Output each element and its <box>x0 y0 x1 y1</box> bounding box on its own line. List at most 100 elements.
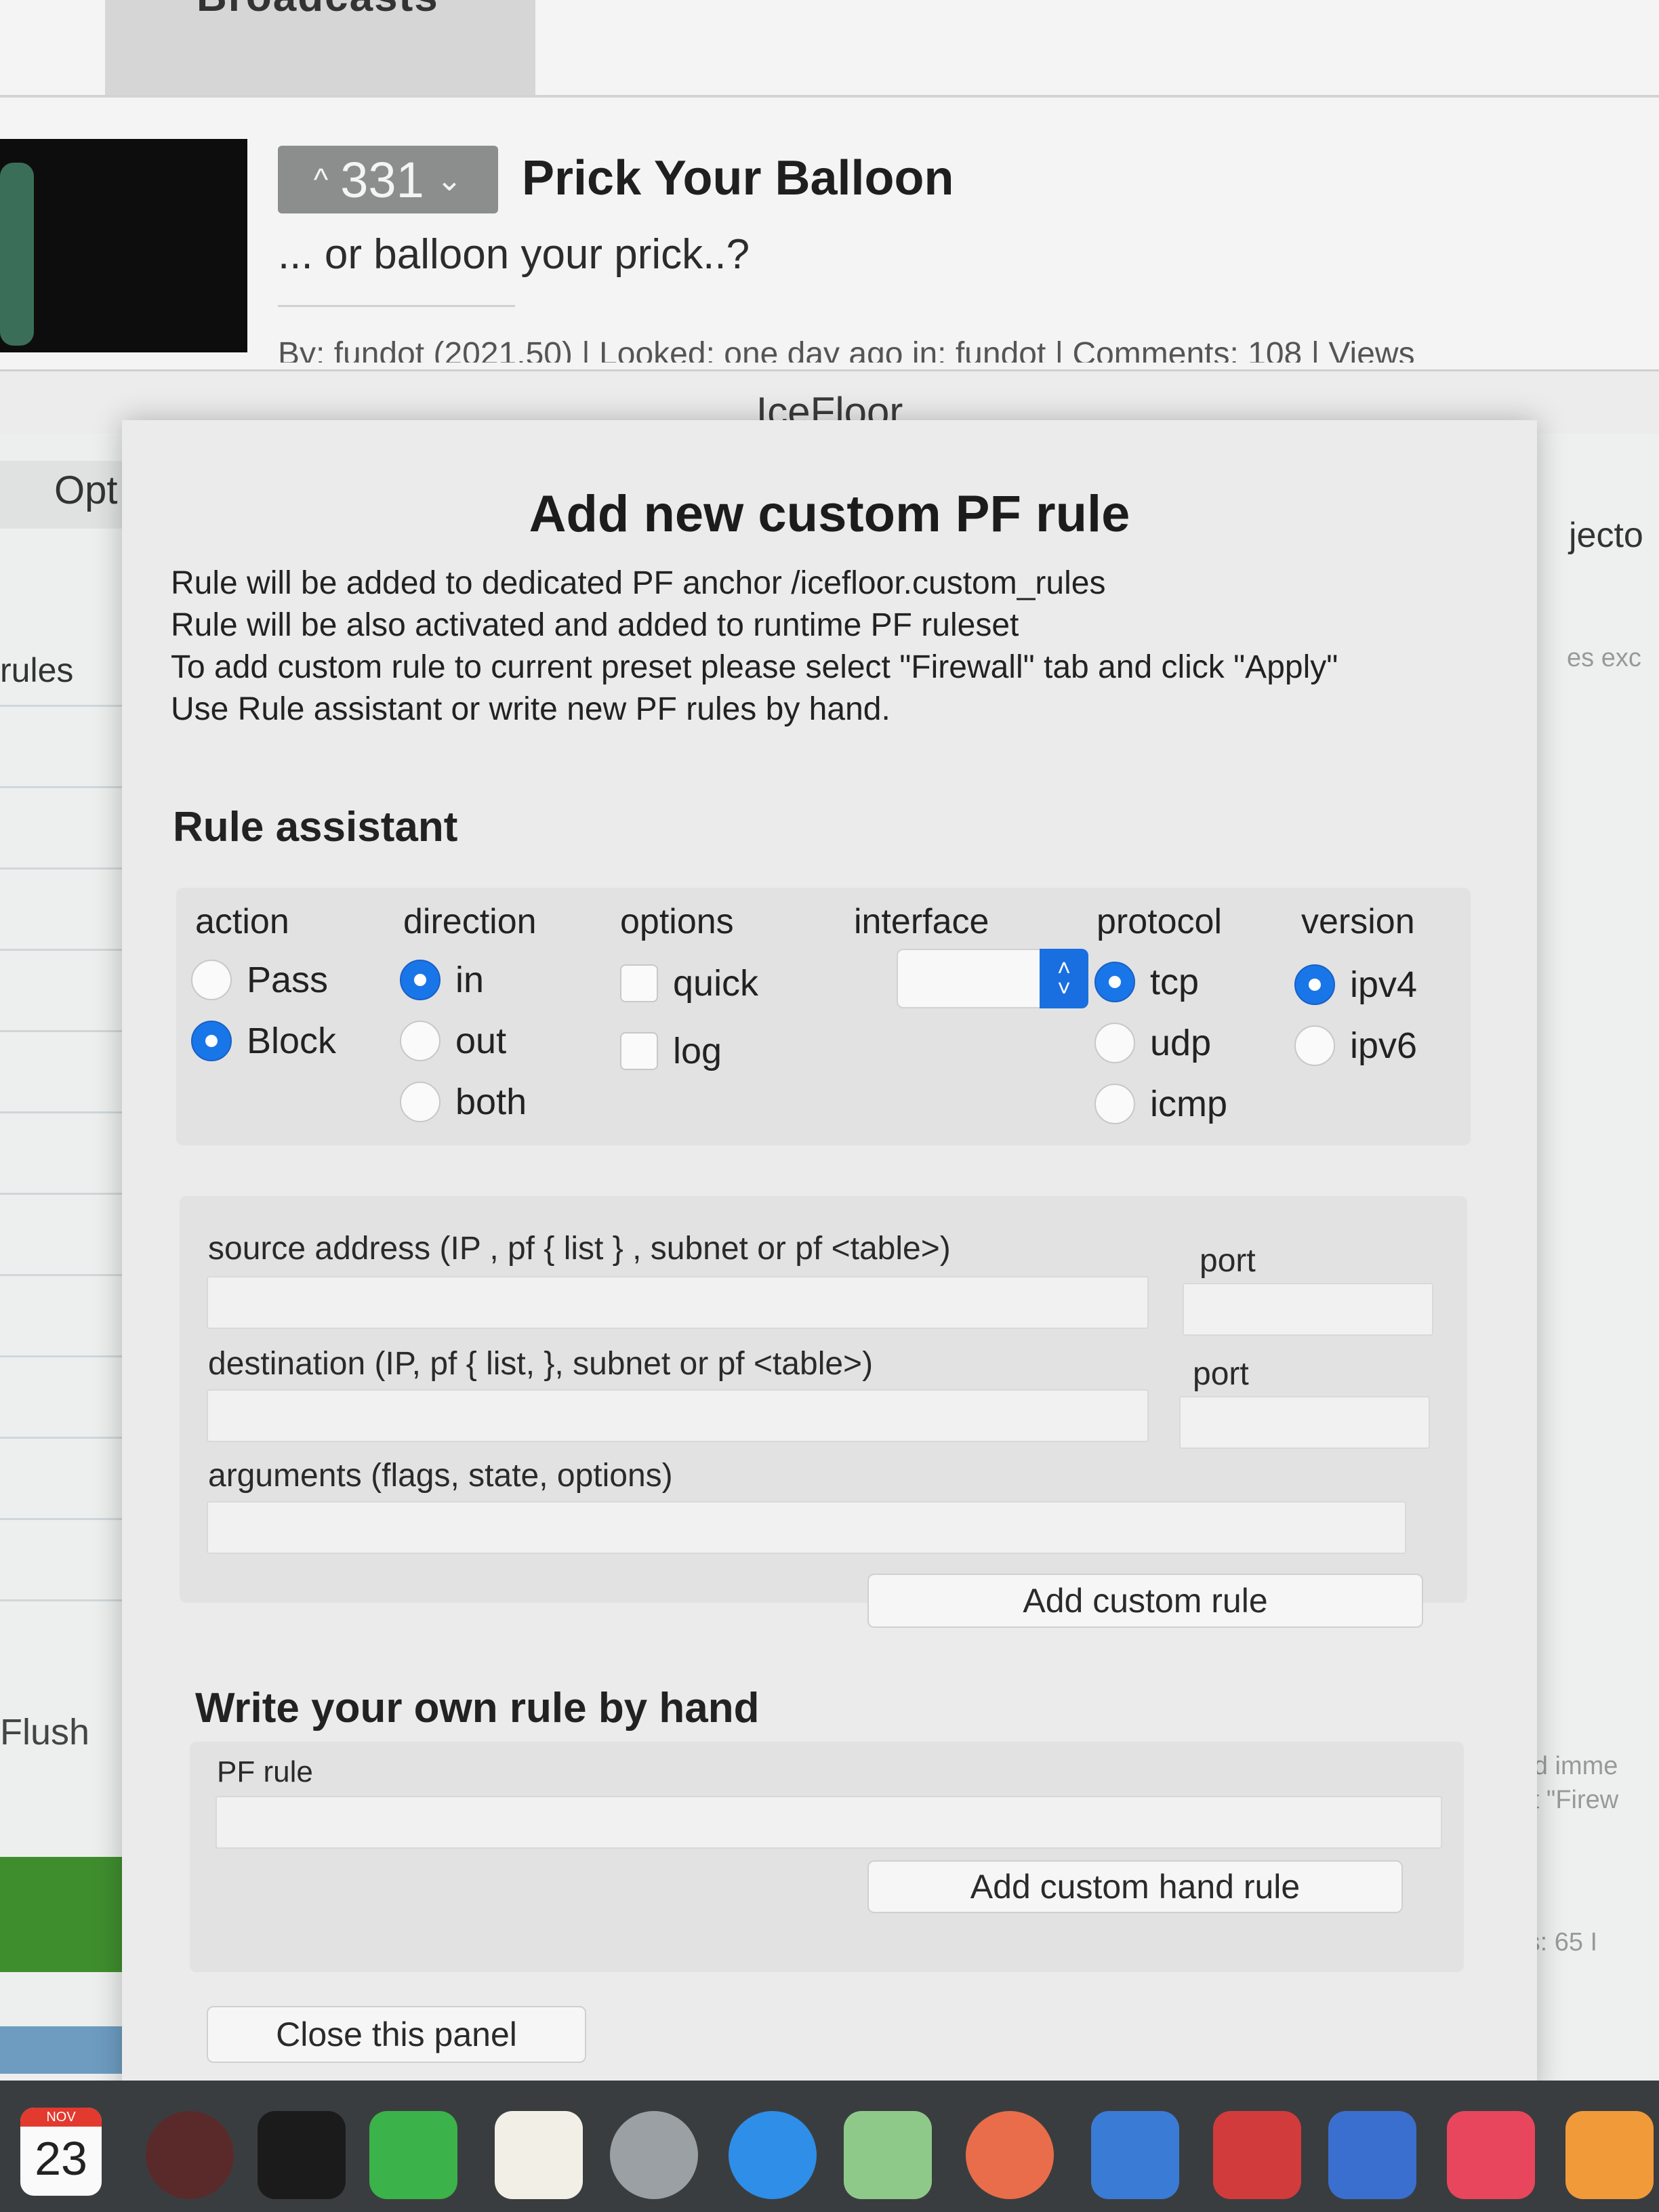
radio-label: Pass <box>247 960 329 1000</box>
close-panel-button[interactable]: Close this panel <box>207 2006 586 2063</box>
info-line: Rule will be added to dedicated PF ancho… <box>171 565 1106 601</box>
sidebar-tab-label: Opt <box>54 468 118 512</box>
vote-count: 331 <box>340 151 424 208</box>
protocol-icmp-radio[interactable]: icmp <box>1094 1083 1227 1125</box>
radio-label: tcp <box>1150 962 1200 1002</box>
disk-utility-icon[interactable] <box>610 2111 698 2199</box>
photos-icon[interactable] <box>966 2111 1054 2199</box>
action-pass-radio[interactable]: Pass <box>191 959 328 1001</box>
radio-button[interactable] <box>1094 1023 1135 1063</box>
source-address-label: source address (IP , pf { list } , subne… <box>208 1231 951 1267</box>
post-thumbnail[interactable] <box>0 139 247 352</box>
option-log-checkbox[interactable]: log <box>620 1030 722 1072</box>
protocol-udp-radio[interactable]: udp <box>1094 1022 1211 1064</box>
radio-label: out <box>455 1021 507 1061</box>
radio-button[interactable] <box>400 1021 441 1061</box>
maps-icon[interactable] <box>844 2111 932 2199</box>
options-label: options <box>620 902 734 941</box>
radio-button[interactable] <box>191 960 232 1000</box>
version-ipv4-radio[interactable]: ipv4 <box>1294 964 1417 1006</box>
sidebar-rules-label: rules <box>0 651 74 689</box>
calendar-icon[interactable]: NOV 23 <box>20 2108 102 2196</box>
protocol-tcp-radio[interactable]: tcp <box>1094 961 1199 1003</box>
upvote-icon[interactable]: ^ <box>314 161 329 198</box>
version-ipv6-radio[interactable]: ipv6 <box>1294 1025 1417 1067</box>
messages-icon[interactable] <box>729 2111 817 2199</box>
radio-label: in <box>455 960 485 1000</box>
action-block-radio[interactable]: Block <box>191 1020 336 1062</box>
radio-label: ipv6 <box>1350 1025 1418 1066</box>
sidebar-row-line <box>0 1111 122 1113</box>
sidebar-row-line <box>0 1030 122 1032</box>
music-icon[interactable] <box>1447 2111 1535 2199</box>
site-divider <box>0 95 1659 98</box>
post-divider <box>278 305 515 307</box>
sidebar-row-line <box>0 867 122 869</box>
version-label: version <box>1301 902 1415 941</box>
rule-assistant-panel: action Pass Block direction in out both … <box>176 888 1471 1145</box>
checkbox[interactable] <box>620 1032 658 1070</box>
sidebar-row-line <box>0 1274 122 1276</box>
radio-button-selected[interactable] <box>400 960 441 1000</box>
option-quick-checkbox[interactable]: quick <box>620 962 758 1004</box>
pf-rule-input[interactable] <box>216 1796 1442 1849</box>
add-custom-rule-button[interactable]: Add custom rule <box>867 1574 1423 1628</box>
checkbox-label: log <box>673 1031 722 1071</box>
post-meta: By: fundot (2021.50) | Looked: one day a… <box>278 336 1415 363</box>
radio-button[interactable] <box>400 1082 441 1122</box>
destination-label: destination (IP, pf { list, }, subnet or… <box>208 1346 874 1382</box>
source-port-label: port <box>1200 1243 1256 1279</box>
hand-rule-heading: Write your own rule by hand <box>195 1685 760 1732</box>
add-rule-sheet: Add new custom PF rule Rule will be adde… <box>122 420 1537 2094</box>
destination-input[interactable] <box>207 1389 1149 1442</box>
sidebar-row-line <box>0 1193 122 1195</box>
action-label: action <box>195 902 289 941</box>
hand-rule-panel: PF rule Add custom hand rule <box>190 1742 1464 1972</box>
radio-button-selected[interactable] <box>1094 962 1135 1002</box>
sheet-title: Add new custom PF rule <box>529 485 1130 543</box>
destination-port-label: port <box>1193 1356 1249 1392</box>
direction-in-radio[interactable]: in <box>400 959 484 1001</box>
terminal-icon[interactable] <box>258 2111 346 2199</box>
right-tab-label[interactable]: jecto <box>1569 515 1643 556</box>
destination-port-input[interactable] <box>1179 1396 1430 1449</box>
radio-label: ipv4 <box>1350 964 1418 1005</box>
books-icon[interactable] <box>1565 2111 1654 2199</box>
direction-both-radio[interactable]: both <box>400 1081 527 1123</box>
interface-select[interactable]: ˄ ˅ <box>897 949 1088 1008</box>
screen-icon[interactable] <box>1328 2111 1416 2199</box>
source-address-input[interactable] <box>207 1276 1149 1329</box>
radio-button-selected[interactable] <box>191 1021 232 1061</box>
site-tab-label: Broadcasts <box>197 0 439 21</box>
flush-button[interactable]: Flush <box>0 1711 89 1753</box>
calendar-day: 23 <box>35 2132 87 2185</box>
direction-label: direction <box>403 902 537 941</box>
direction-out-radio[interactable]: out <box>400 1020 506 1062</box>
launcher-icon[interactable] <box>146 2111 234 2199</box>
numbers-icon[interactable] <box>1213 2111 1301 2199</box>
right-text: es exc <box>1567 644 1641 672</box>
vote-widget[interactable]: ^ 331 ⌄ <box>278 146 498 213</box>
radio-button[interactable] <box>1094 1084 1135 1124</box>
radio-label: icmp <box>1150 1084 1228 1124</box>
arguments-label: arguments (flags, state, options) <box>208 1458 673 1494</box>
pf-rule-label: PF rule <box>217 1755 313 1788</box>
source-port-input[interactable] <box>1183 1283 1433 1336</box>
checkbox[interactable] <box>620 964 658 1002</box>
downvote-icon[interactable]: ⌄ <box>436 161 463 198</box>
keynote-icon[interactable] <box>1091 2111 1179 2199</box>
checkbox-label: quick <box>673 963 759 1004</box>
calendar-month: NOV <box>20 2108 102 2127</box>
thumbnail-figure <box>0 163 34 346</box>
sidebar-row-line <box>0 1599 122 1601</box>
post-title[interactable]: Prick Your Balloon <box>522 150 954 206</box>
radio-button[interactable] <box>1294 1025 1335 1066</box>
sidebar-row-line <box>0 1355 122 1357</box>
facetime-icon[interactable] <box>369 2111 457 2199</box>
chevron-up-down-icon[interactable]: ˄ ˅ <box>1040 949 1088 1008</box>
add-custom-hand-rule-button[interactable]: Add custom hand rule <box>867 1860 1403 1913</box>
arguments-input[interactable] <box>207 1501 1406 1554</box>
radio-button-selected[interactable] <box>1294 964 1335 1005</box>
right-sidebar <box>1537 434 1659 2081</box>
notes-icon[interactable] <box>495 2111 583 2199</box>
